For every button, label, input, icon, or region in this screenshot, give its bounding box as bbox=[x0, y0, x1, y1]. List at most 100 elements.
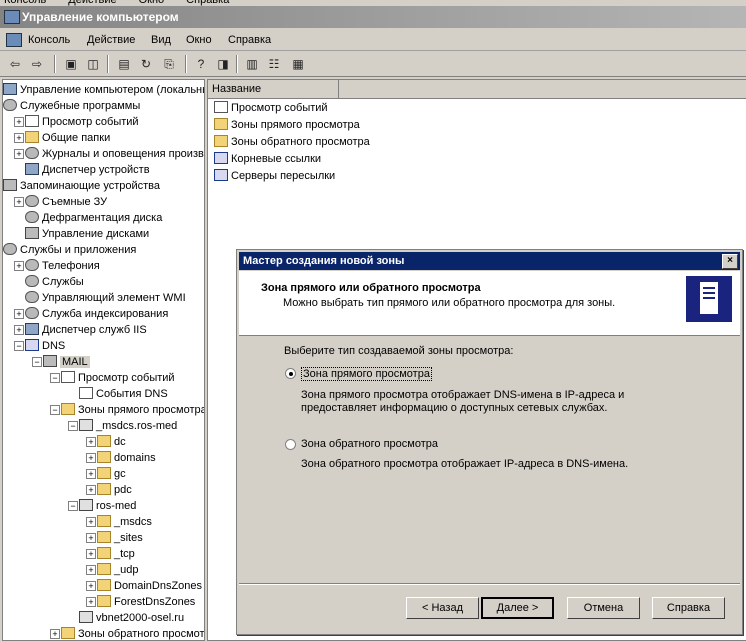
expand-icon[interactable]: + bbox=[86, 597, 96, 607]
tree-item-label: Телефония bbox=[42, 260, 100, 272]
tree-item[interactable]: Телефония bbox=[25, 258, 100, 274]
list-item[interactable]: Зоны обратного просмотра bbox=[214, 134, 370, 150]
tree-item[interactable]: Диспетчер служб IIS bbox=[25, 322, 147, 338]
list-view-icon[interactable]: ▥ bbox=[243, 55, 261, 73]
menu-window[interactable]: Окно bbox=[186, 34, 212, 46]
tree-item[interactable]: Запоминающие устройства bbox=[3, 178, 160, 194]
menu-action[interactable]: Действие bbox=[87, 34, 135, 46]
tree-item[interactable]: События DNS bbox=[79, 386, 168, 402]
next-button[interactable]: Далее > bbox=[481, 597, 554, 619]
tree-item[interactable]: _msdcs.ros-med bbox=[79, 418, 177, 434]
tree-item[interactable]: pdc bbox=[97, 482, 132, 498]
tree-item[interactable]: Управление дисками bbox=[25, 226, 149, 242]
menu-view[interactable]: Вид bbox=[151, 34, 171, 46]
tree-item[interactable]: Службы и приложения bbox=[3, 242, 136, 258]
collapse-icon[interactable]: − bbox=[32, 357, 42, 367]
forward-zone-label[interactable]: Зона прямого просмотра bbox=[301, 367, 432, 381]
collapse-icon[interactable]: − bbox=[68, 501, 78, 511]
tree-item[interactable]: _sites bbox=[97, 530, 143, 546]
show-hide-tree-icon[interactable]: ◫ bbox=[84, 55, 102, 73]
list-column-header[interactable]: Название bbox=[208, 80, 746, 99]
tree-item[interactable]: vbnet2000-osel.ru bbox=[79, 610, 184, 626]
expand-icon[interactable]: + bbox=[14, 309, 24, 319]
tree-item[interactable]: Служба индексирования bbox=[25, 306, 168, 322]
tree-item[interactable]: Просмотр событий bbox=[25, 114, 139, 130]
list-item[interactable]: Просмотр событий bbox=[214, 100, 328, 116]
cancel-button[interactable]: Отмена bbox=[567, 597, 640, 619]
refresh-icon[interactable]: ↻ bbox=[137, 55, 155, 73]
tree-item[interactable]: Управляющий элемент WMI bbox=[25, 290, 186, 306]
expand-icon[interactable]: + bbox=[86, 565, 96, 575]
expand-icon[interactable]: + bbox=[50, 629, 60, 639]
expand-icon[interactable]: + bbox=[14, 261, 24, 271]
menu-help[interactable]: Справка bbox=[228, 34, 271, 46]
tree-item-label: dc bbox=[114, 436, 126, 448]
column-divider[interactable] bbox=[338, 80, 339, 98]
folder-icon bbox=[97, 531, 111, 543]
close-button[interactable]: × bbox=[722, 254, 738, 269]
tree-item[interactable]: _udp bbox=[97, 562, 138, 578]
properties-icon[interactable]: ▤ bbox=[115, 55, 133, 73]
back-icon[interactable]: ⇦ bbox=[6, 55, 24, 73]
collapse-icon[interactable]: − bbox=[68, 421, 78, 431]
tree-item[interactable]: Служебные программы bbox=[3, 98, 140, 114]
snapin-icon bbox=[3, 99, 17, 111]
tree-item[interactable]: DomainDnsZones bbox=[97, 578, 202, 594]
expand-icon[interactable]: + bbox=[86, 485, 96, 495]
forward-zone-radio[interactable] bbox=[285, 368, 296, 379]
list-item[interactable]: Зоны прямого просмотра bbox=[214, 117, 360, 133]
tree-item[interactable]: Зоны прямого просмотра bbox=[61, 402, 204, 418]
list-item[interactable]: Корневые ссылки bbox=[214, 151, 321, 167]
expand-icon[interactable]: + bbox=[86, 453, 96, 463]
expand-icon[interactable]: + bbox=[14, 197, 24, 207]
expand-icon[interactable]: + bbox=[14, 133, 24, 143]
tree-item[interactable]: Журналы и оповещения произв bbox=[25, 146, 204, 162]
tree-item[interactable]: MAIL bbox=[43, 354, 90, 370]
tree-item[interactable]: _tcp bbox=[97, 546, 135, 562]
console-tree[interactable]: Управление компьютером (локальным) − Служе… bbox=[2, 79, 205, 641]
menu-console[interactable]: Консоль bbox=[28, 34, 70, 46]
expand-icon[interactable]: + bbox=[14, 149, 24, 159]
collapse-icon[interactable]: − bbox=[50, 405, 60, 415]
export-list-icon[interactable]: ⎘ bbox=[160, 55, 178, 73]
back-button[interactable]: < Назад bbox=[406, 597, 479, 619]
tree-item[interactable]: Диспетчер устройств bbox=[25, 162, 150, 178]
tree-item-label: ForestDnsZones bbox=[114, 596, 196, 608]
reverse-zone-radio[interactable] bbox=[285, 439, 296, 450]
expand-icon[interactable]: + bbox=[86, 517, 96, 527]
expand-icon[interactable]: + bbox=[86, 549, 96, 559]
details-icon[interactable]: ☷ bbox=[265, 55, 283, 73]
help-button[interactable]: Справка bbox=[652, 597, 725, 619]
expand-icon[interactable]: + bbox=[14, 117, 24, 127]
collapse-icon[interactable]: − bbox=[50, 373, 60, 383]
tree-item[interactable]: _msdcs bbox=[97, 514, 152, 530]
show-hide-action-pane-icon[interactable]: ◨ bbox=[214, 55, 232, 73]
expand-icon[interactable]: + bbox=[14, 325, 24, 335]
tree-item[interactable]: Управление компьютером (локальным) bbox=[3, 82, 204, 98]
tree-item[interactable]: ros-med bbox=[79, 498, 136, 514]
tree-item[interactable]: ForestDnsZones bbox=[97, 594, 195, 610]
tree-item[interactable]: gc bbox=[97, 466, 126, 482]
tree-item[interactable]: domains bbox=[97, 450, 156, 466]
expand-icon[interactable]: + bbox=[86, 469, 96, 479]
list-item[interactable]: Серверы пересылки bbox=[214, 168, 335, 184]
tree-item[interactable]: Дефрагментация диска bbox=[25, 210, 162, 226]
tree-item[interactable]: Просмотр событий bbox=[61, 370, 175, 386]
expand-icon[interactable]: + bbox=[86, 437, 96, 447]
reverse-zone-label[interactable]: Зона обратного просмотра bbox=[301, 438, 438, 450]
up-folder-icon[interactable]: ▣ bbox=[62, 55, 80, 73]
help-icon[interactable]: ? bbox=[192, 55, 210, 73]
forward-icon[interactable]: ⇨ bbox=[28, 55, 46, 73]
collapse-icon[interactable]: − bbox=[14, 341, 24, 351]
expand-icon[interactable]: + bbox=[86, 533, 96, 543]
tree-item[interactable]: dc bbox=[97, 434, 126, 450]
tree-item[interactable]: Общие папки bbox=[25, 130, 110, 146]
server-icon bbox=[3, 179, 17, 191]
list-item-label: Просмотр событий bbox=[231, 102, 328, 114]
tree-item[interactable]: Службы bbox=[25, 274, 84, 290]
tree-item[interactable]: Съемные ЗУ bbox=[25, 194, 107, 210]
folder-icon bbox=[97, 467, 111, 479]
expand-icon[interactable]: + bbox=[86, 581, 96, 591]
tree-item[interactable]: DNS bbox=[25, 338, 65, 354]
large-icons-icon[interactable]: ▦ bbox=[289, 55, 307, 73]
